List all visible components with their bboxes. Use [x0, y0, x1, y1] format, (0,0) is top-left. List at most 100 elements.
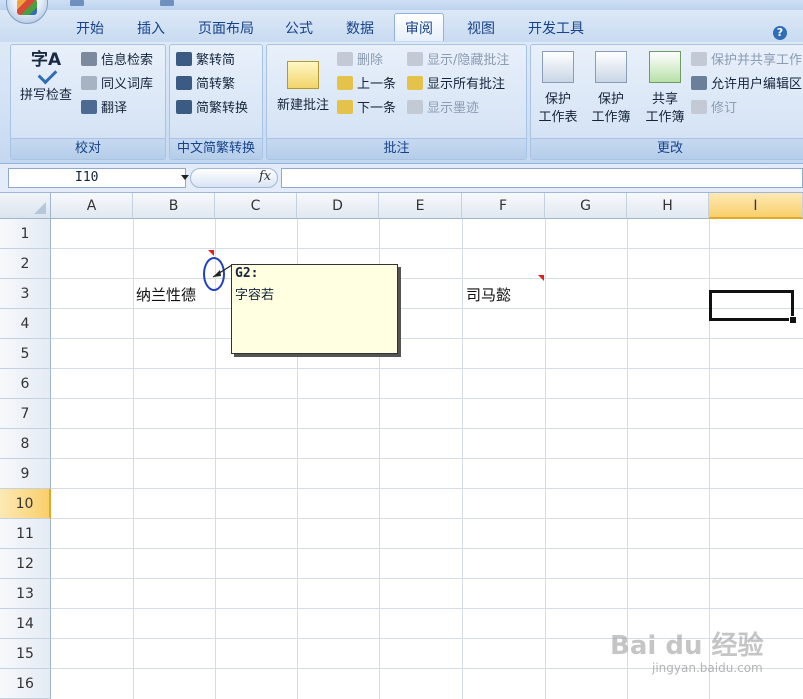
row-header-7[interactable]: 7	[0, 399, 51, 429]
tab-view[interactable]: 视图	[467, 18, 495, 38]
chevron-down-icon[interactable]	[181, 175, 189, 180]
comment-popup[interactable]: G2: 字容若	[231, 264, 398, 354]
gridline	[51, 578, 803, 579]
delete-comment-label: 删除	[357, 53, 384, 68]
comment-indicator-g3[interactable]	[538, 275, 544, 281]
group-label-changes: 更改	[531, 138, 803, 159]
tab-review[interactable]: 审阅	[394, 13, 444, 41]
research-button[interactable]: 信息检索	[81, 51, 153, 71]
row-header-16[interactable]: 16	[0, 669, 51, 699]
row-header-11[interactable]: 11	[0, 519, 51, 549]
gridline	[51, 308, 803, 309]
allow-edit-ranges-button[interactable]: 允许用户编辑区	[691, 75, 802, 95]
cell-f3[interactable]: 司马懿	[466, 284, 511, 305]
convert-button[interactable]: 简繁转换	[176, 99, 248, 119]
row-header-10[interactable]: 10	[0, 489, 51, 519]
column-header-b[interactable]: B	[133, 193, 215, 219]
column-header-e[interactable]: E	[379, 193, 462, 219]
thesaurus-label: 同义词库	[101, 77, 154, 92]
gridline	[51, 428, 803, 429]
cell-b3[interactable]: 纳兰性德	[136, 284, 196, 305]
column-header-h[interactable]: H	[627, 193, 709, 219]
row-header-6[interactable]: 6	[0, 369, 51, 399]
office-logo-icon	[17, 0, 37, 15]
share-workbook-label-1: 共享	[651, 92, 678, 107]
fill-handle[interactable]	[789, 316, 797, 324]
select-all-button[interactable]	[0, 193, 51, 219]
row-header-9[interactable]: 9	[0, 459, 51, 489]
group-label-comments: 批注	[267, 138, 526, 159]
next-comment-icon	[337, 100, 353, 114]
gridline	[51, 548, 803, 549]
delete-comment-button[interactable]: 删除	[337, 51, 383, 71]
row-header-13[interactable]: 13	[0, 579, 51, 609]
tab-home[interactable]: 开始	[76, 18, 104, 38]
column-header-f[interactable]: F	[462, 193, 545, 219]
column-header-d[interactable]: D	[297, 193, 379, 219]
protect-workbook-label-2: 工作簿	[591, 110, 631, 125]
new-comment-button[interactable]: 新建批注	[271, 53, 335, 115]
gridline	[51, 368, 803, 369]
insert-function-button[interactable]: fx	[259, 169, 271, 184]
to-simplified-button[interactable]: 繁转简	[176, 51, 235, 71]
comment-text: 字容若	[235, 288, 275, 303]
to-traditional-button[interactable]: 简转繁	[176, 75, 235, 95]
tab-page-layout[interactable]: 页面布局	[198, 18, 254, 38]
row-header-5[interactable]: 5	[0, 339, 51, 369]
row-header-15[interactable]: 15	[0, 639, 51, 669]
group-label-chinese-conversion: 中文简繁转换	[170, 138, 262, 159]
convert-icon	[176, 100, 192, 114]
gridline	[51, 278, 803, 279]
research-label: 信息检索	[101, 53, 154, 68]
previous-comment-button[interactable]: 上一条	[337, 75, 396, 95]
watermark-url: jingyan.baidu.com	[652, 661, 763, 675]
help-icon[interactable]: ?	[773, 26, 787, 40]
column-header-a[interactable]: A	[51, 193, 133, 219]
show-all-comments-button[interactable]: 显示所有批注	[407, 75, 505, 95]
title-bar	[0, 0, 803, 10]
active-cell-i10[interactable]	[709, 290, 794, 321]
row-header-8[interactable]: 8	[0, 429, 51, 459]
spell-check-button[interactable]: 字A 拼写检查	[15, 49, 77, 105]
row-header-2[interactable]: 2	[0, 249, 51, 279]
thesaurus-button[interactable]: 同义词库	[81, 75, 153, 95]
track-changes-button[interactable]: 修订	[691, 99, 737, 119]
row-header-12[interactable]: 12	[0, 549, 51, 579]
translate-label: 翻译	[101, 101, 128, 116]
worksheet-grid: A B C D E F G H I 1 2 3 4 5 6 7 8 9 10 1…	[0, 193, 803, 699]
row-header-1[interactable]: 1	[0, 219, 51, 249]
row-header-4[interactable]: 4	[0, 309, 51, 339]
excel-window: 开始 插入 页面布局 公式 数据 审阅 视图 开发工具 ? 字A 拼写检查 信息…	[0, 0, 803, 699]
protect-share-button[interactable]: 保护并共享工作	[691, 51, 802, 71]
track-changes-label: 修订	[711, 101, 738, 116]
next-comment-button[interactable]: 下一条	[337, 99, 396, 119]
group-chinese-conversion: 繁转简 简转繁 简繁转换 中文简繁转换	[169, 44, 263, 160]
protect-sheet-button[interactable]: 保护 工作表	[533, 51, 583, 127]
gridline	[133, 219, 134, 699]
tab-insert[interactable]: 插入	[137, 18, 165, 38]
row-header-3[interactable]: 3	[0, 279, 51, 309]
comment-indicator-c2[interactable]	[208, 250, 214, 256]
show-ink-button[interactable]: 显示墨迹	[407, 99, 479, 119]
tab-formulas[interactable]: 公式	[285, 18, 313, 38]
save-icon[interactable]	[70, 0, 84, 6]
share-workbook-button[interactable]: 共享 工作簿	[639, 51, 691, 127]
delete-comment-icon	[337, 52, 353, 66]
redo-icon[interactable]	[160, 0, 174, 6]
tab-developer[interactable]: 开发工具	[528, 18, 584, 38]
show-hide-comment-icon	[407, 52, 423, 66]
to-traditional-label: 简转繁	[196, 77, 236, 92]
tab-data[interactable]: 数据	[346, 18, 374, 38]
column-header-i[interactable]: I	[709, 193, 803, 219]
allow-edit-ranges-label: 允许用户编辑区	[711, 77, 803, 92]
protect-workbook-button[interactable]: 保护 工作簿	[585, 51, 637, 127]
show-hide-comment-button[interactable]: 显示/隐藏批注	[407, 51, 509, 71]
formula-input[interactable]	[281, 168, 803, 188]
gridline	[462, 219, 463, 699]
name-box[interactable]: I10	[8, 168, 189, 188]
column-header-c[interactable]: C	[215, 193, 297, 219]
translate-button[interactable]: 翻译	[81, 99, 127, 119]
column-header-g[interactable]: G	[545, 193, 627, 219]
row-header-14[interactable]: 14	[0, 609, 51, 639]
spell-check-icon: 字A	[29, 49, 63, 85]
